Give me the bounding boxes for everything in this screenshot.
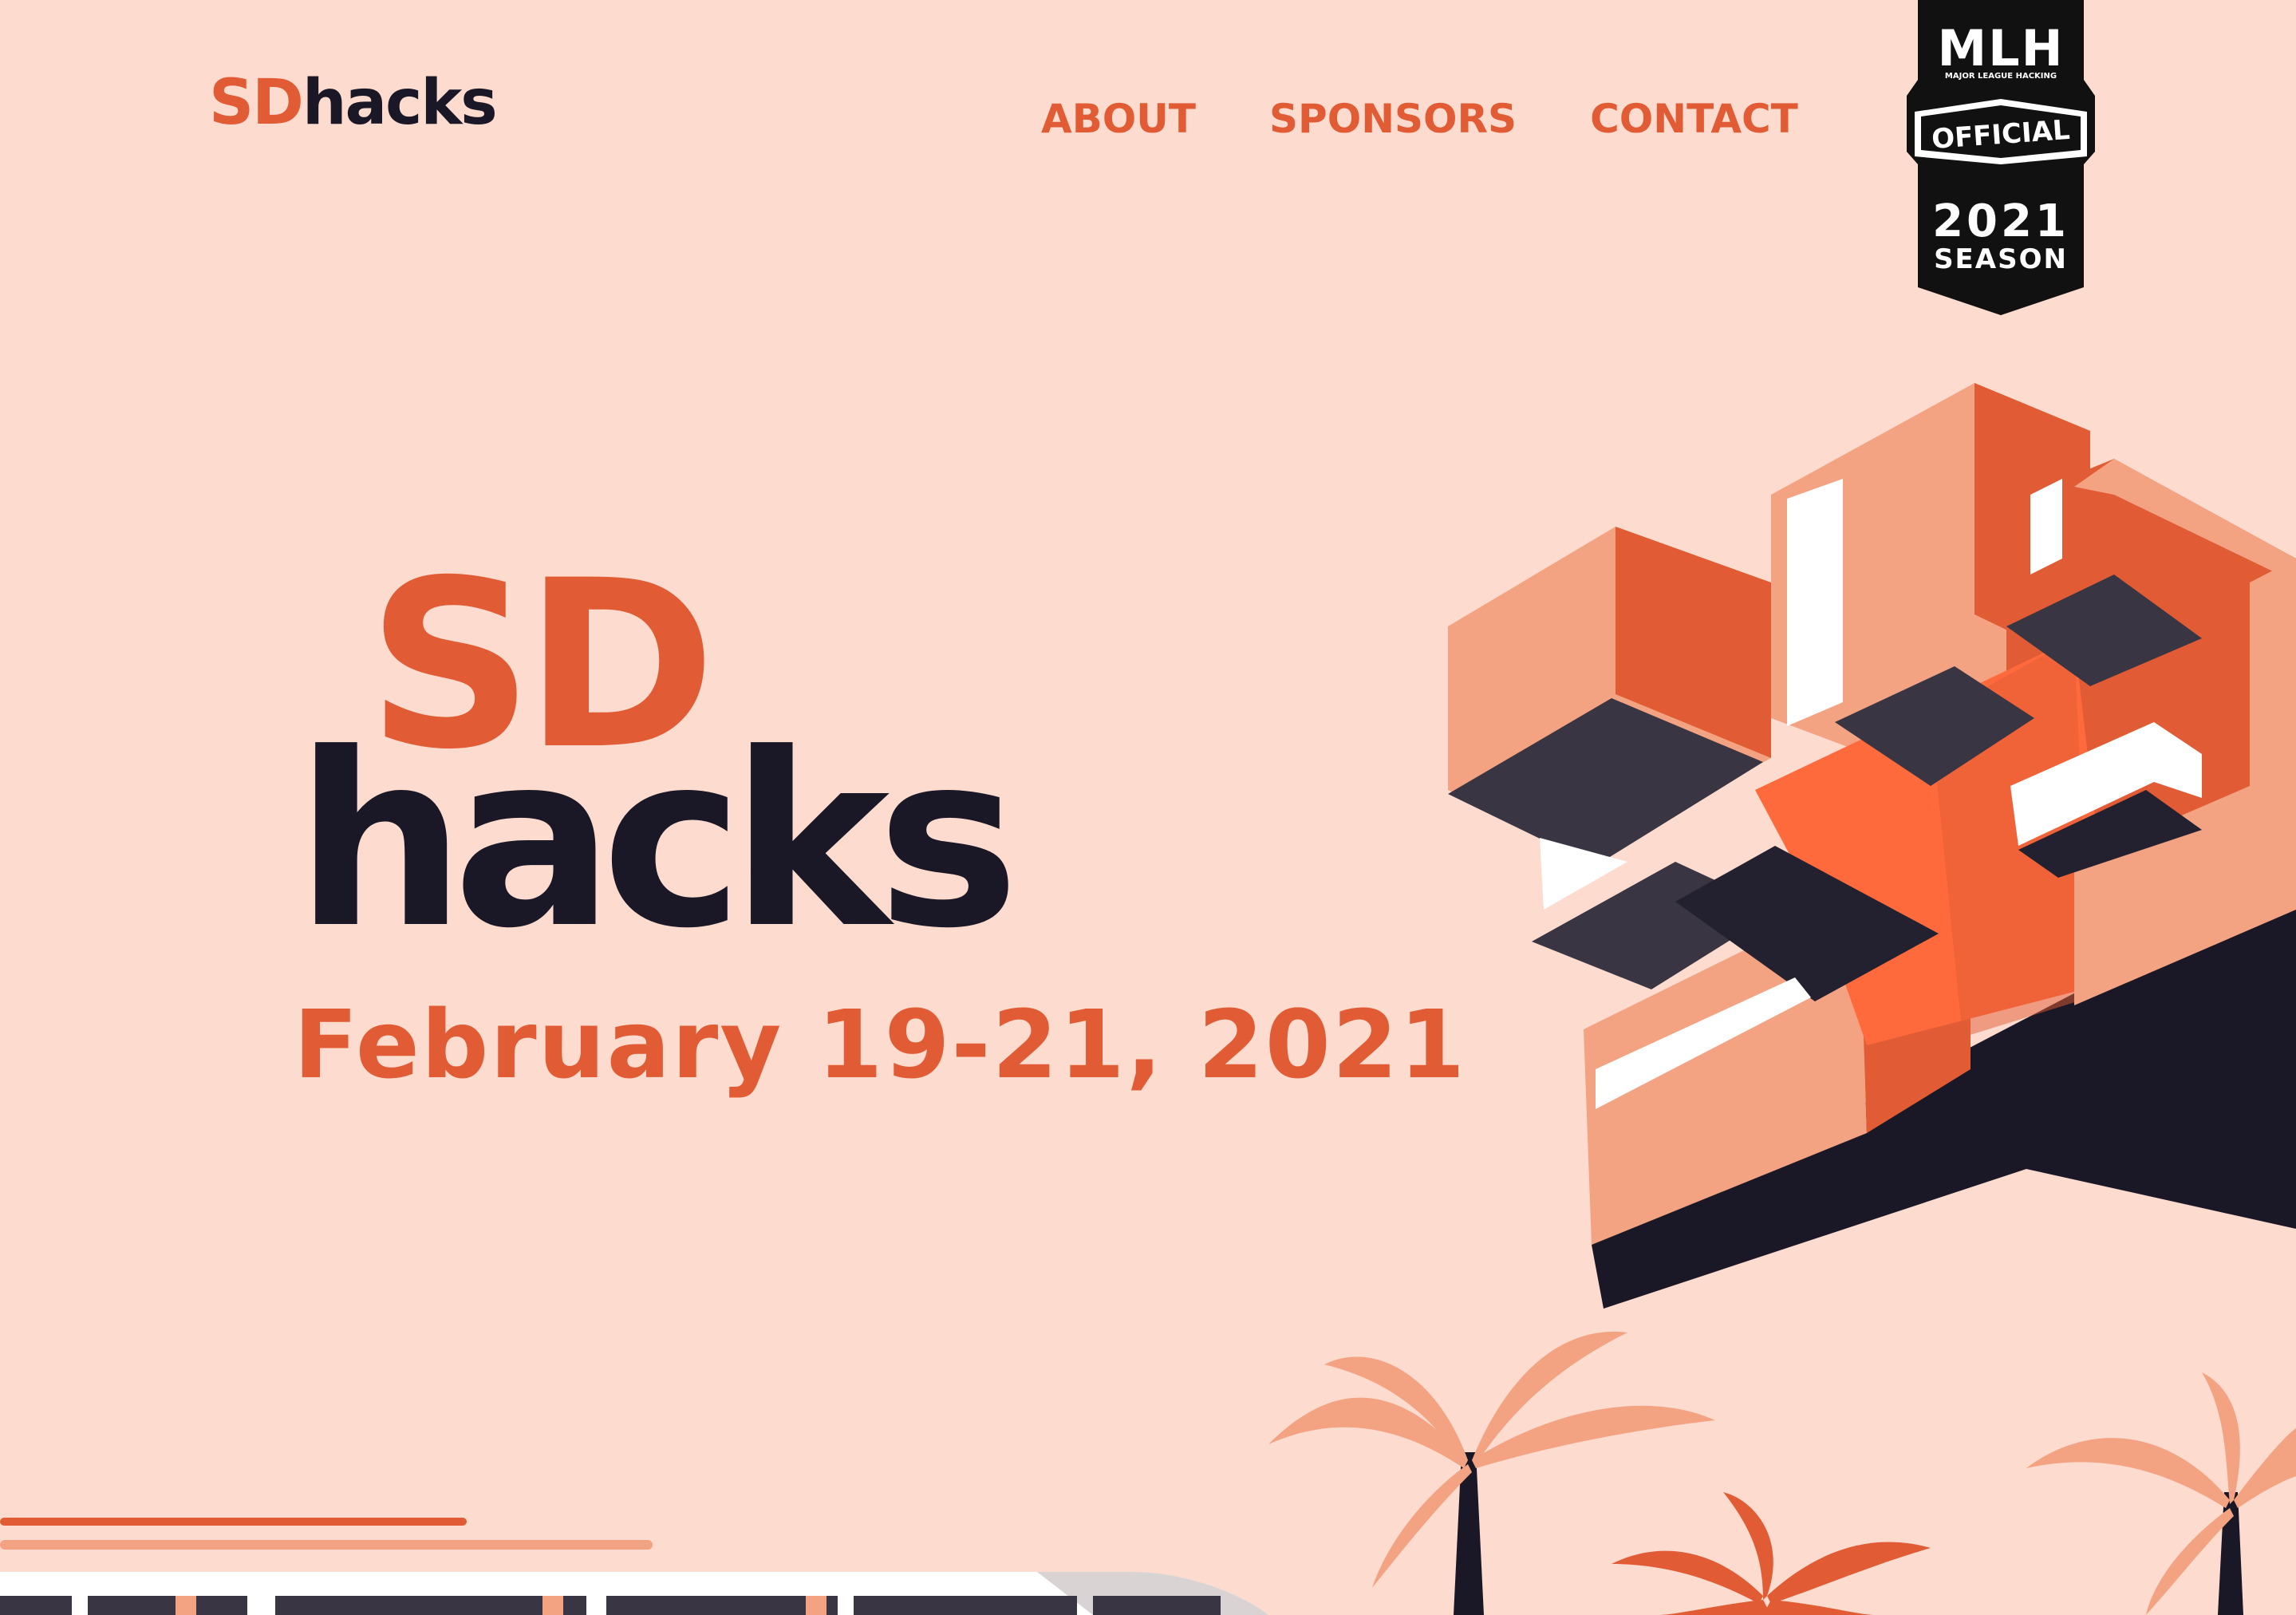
nav-sponsors-link[interactable]: SPONSORS — [1269, 99, 1517, 139]
main-nav: ABOUT SPONSORS CONTACT — [1041, 99, 1798, 139]
logo-sd-text: SD — [209, 67, 304, 139]
mlh-brand-text: MLH — [1937, 19, 2064, 77]
mlh-year-text: 2021 — [1932, 195, 2069, 247]
nav-contact-link[interactable]: CONTACT — [1590, 99, 1798, 139]
logo-hacks-text: hacks — [302, 67, 498, 139]
mlh-trust-badge[interactable]: MLH MAJOR LEAGUE HACKING OFFICIAL 2021 S… — [1907, 0, 2095, 319]
hero-title-hacks: hacks — [295, 702, 1020, 981]
isometric-building-illustration — [1448, 383, 2296, 1309]
decorative-stripes — [0, 1518, 1268, 1615]
landing-page: SD hacks ABOUT SPONSORS CONTACT MLH MAJO… — [0, 0, 2296, 1615]
nav-about-link[interactable]: ABOUT — [1041, 99, 1196, 139]
mlh-season-text: SEASON — [1934, 243, 2068, 275]
event-date: February 19-21, 2021 — [294, 989, 1467, 1100]
site-logo[interactable]: SD hacks — [209, 67, 498, 139]
mlh-tagline-text: MAJOR LEAGUE HACKING — [1945, 72, 2057, 81]
palm-tree-illustration — [1268, 1331, 2296, 1615]
